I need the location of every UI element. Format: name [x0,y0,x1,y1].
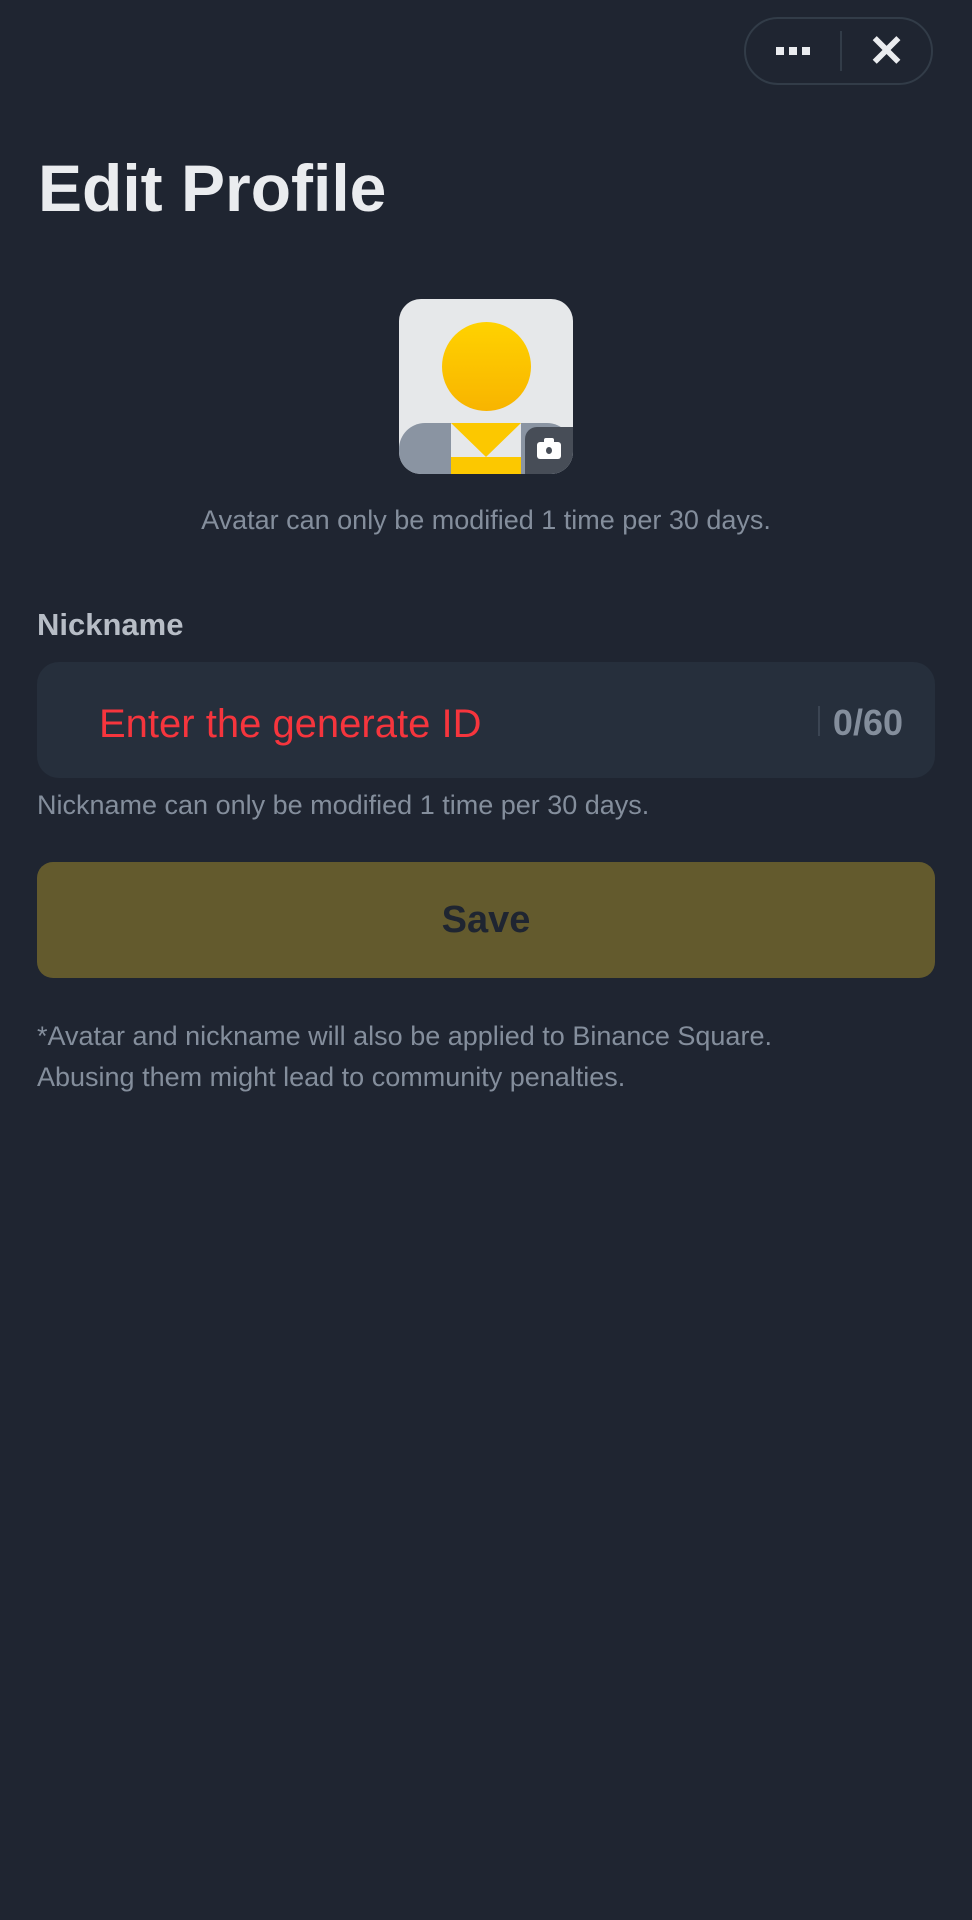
close-button[interactable]: ✕ [842,19,931,83]
avatar-collar [451,423,521,457]
mini-app-capsule: ✕ [744,17,933,85]
footer-line-1: *Avatar and nickname will also be applie… [37,1021,772,1051]
avatar-head [442,322,531,411]
footer-note: *Avatar and nickname will also be applie… [37,1016,772,1098]
more-button[interactable] [746,19,840,83]
more-horizontal-icon-dot [802,47,810,55]
avatar-caption: Avatar can only be modified 1 time per 3… [201,505,771,535]
footer-line-2: Abusing them might lead to community pen… [37,1062,626,1092]
more-horizontal-icon [776,47,784,55]
text-cursor [818,706,820,736]
nickname-input[interactable]: Enter the generate ID 0/60 [37,662,935,778]
camera-icon [537,438,561,459]
close-icon: ✕ [868,26,905,76]
change-avatar-button[interactable] [525,427,573,474]
more-horizontal-icon-dot [789,47,797,55]
page-title: Edit Profile [38,151,387,225]
character-counter: 0/60 [832,702,903,743]
nickname-placeholder: Enter the generate ID [99,702,482,746]
nickname-label: Nickname [37,607,184,642]
nickname-hint: Nickname can only be modified 1 time per… [37,790,650,820]
save-button[interactable]: Save [37,862,935,978]
avatar[interactable] [399,299,573,474]
